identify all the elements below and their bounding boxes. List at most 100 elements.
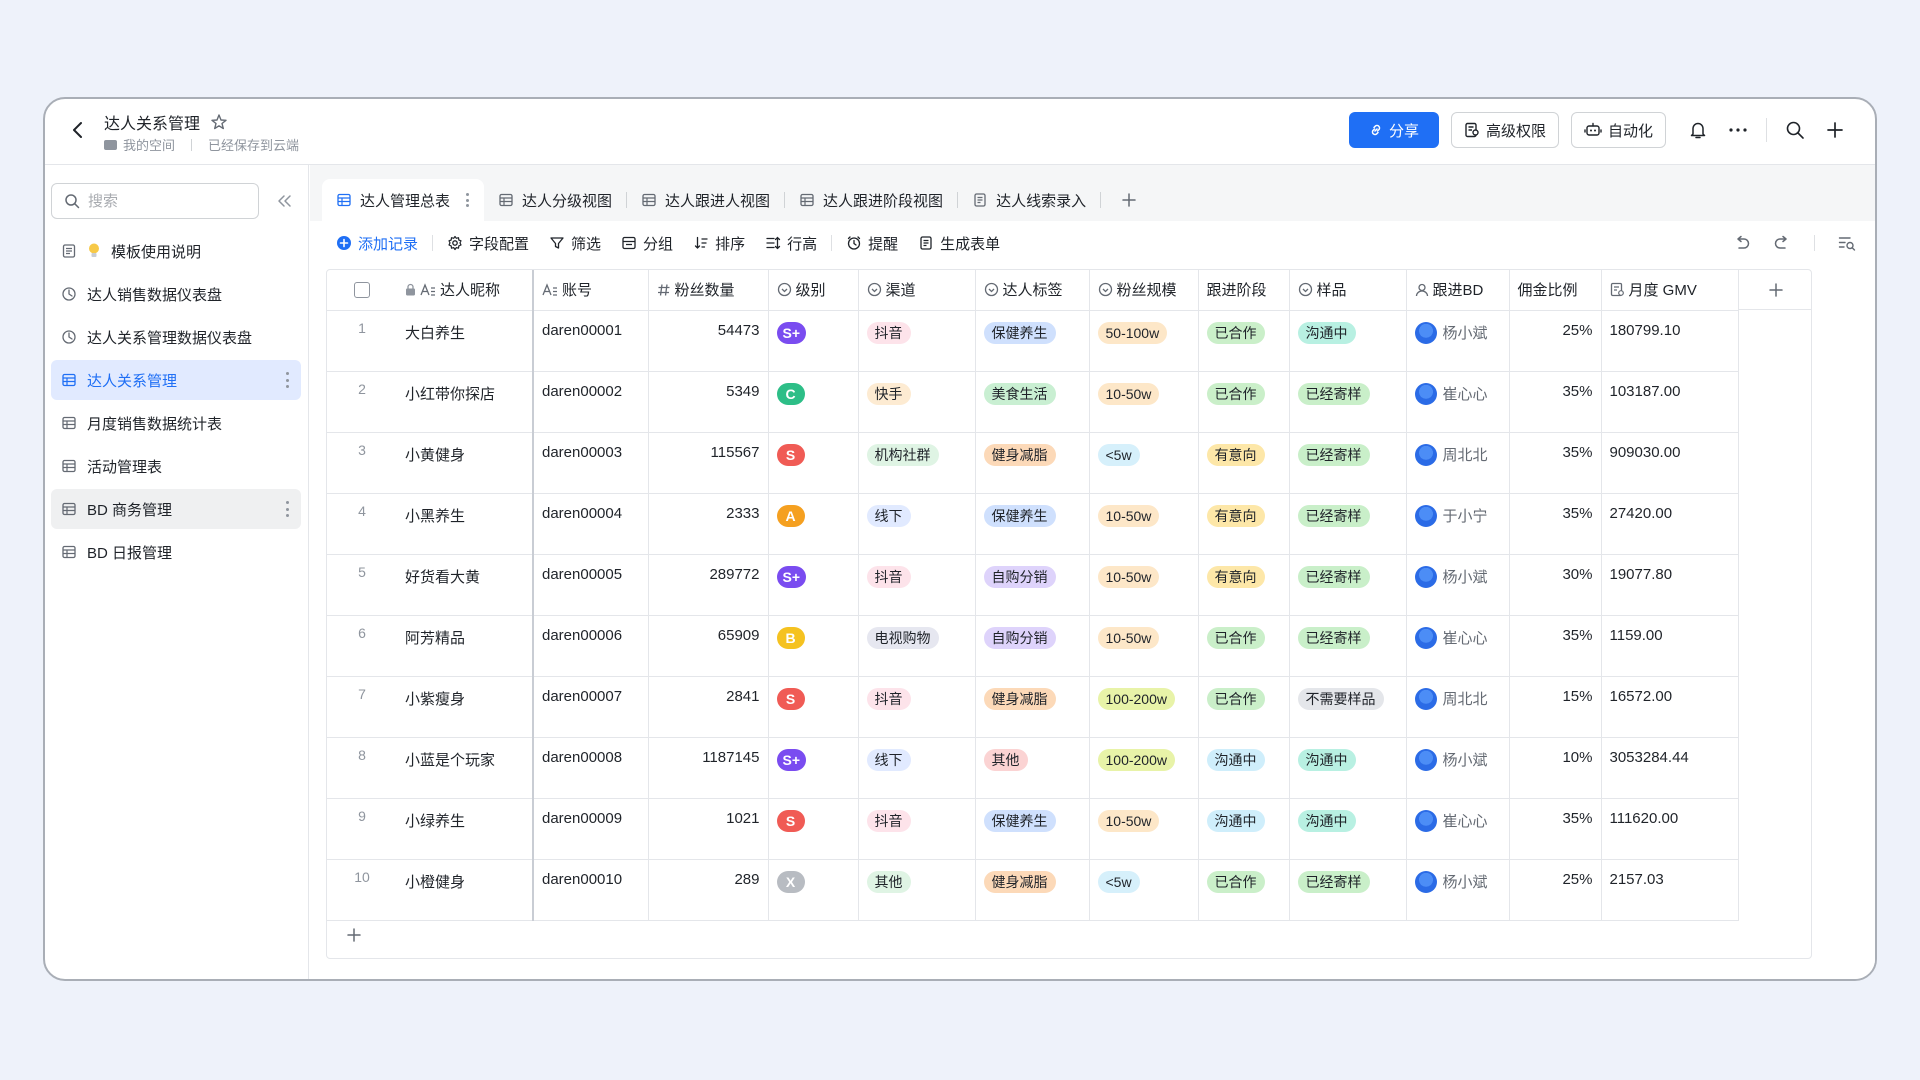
cell-level[interactable]: S [768,432,859,494]
table-row[interactable]: 6 阿芳精品 daren00006 65909 B 电视购物 自购分销 10-50w 已合作 已经… [327,615,1739,677]
cell-channel[interactable]: 其他 [858,859,976,921]
row-index-cell[interactable]: 8 [327,737,397,799]
cell-sample[interactable]: 已经寄样 [1289,554,1407,616]
more-vertical-icon[interactable] [285,372,289,388]
cell-tag[interactable]: 保健养生 [975,493,1090,555]
cell-fans[interactable]: 65909 [648,615,769,677]
table-row[interactable]: 5 好货看大黄 daren00005 289772 S+ 抖音 自购分销 10-50w 有意向 已… [327,554,1739,616]
cell-tag[interactable]: 保健养生 [975,310,1090,372]
cell-level[interactable]: S [768,676,859,738]
star-icon[interactable] [210,113,228,131]
cell-sample[interactable]: 沟通中 [1289,310,1407,372]
cell-account[interactable]: daren00005 [533,554,649,616]
advanced-permission-button[interactable]: 高级权限 [1450,112,1559,148]
cell-rate[interactable]: 25% [1509,859,1602,921]
tab-follower-view[interactable]: 达人跟进人视图 [627,179,784,221]
tab-master-table[interactable]: 达人管理总表 [322,179,485,221]
cell-gmv[interactable]: 2157.03 [1601,859,1739,921]
row-height-button[interactable]: 行高 [755,228,827,258]
cell-tag[interactable]: 健身减脂 [975,676,1090,738]
cell-channel[interactable]: 抖音 [858,310,976,372]
table-row[interactable]: 4 小黑养生 daren00004 2333 A 线下 保健养生 10-50w 有意向 已经寄样 于… [327,493,1739,555]
cell-scale[interactable]: 100-200w [1089,737,1199,799]
cell-channel[interactable]: 抖音 [858,554,976,616]
cell-nickname[interactable]: 小蓝是个玩家 [397,737,534,799]
row-index-cell[interactable]: 6 [327,615,397,677]
cell-sample[interactable]: 不需要样品 [1289,676,1407,738]
table-row[interactable]: 9 小绿养生 daren00009 1021 S 抖音 保健养生 10-50w 沟通中 沟通中 崔心… [327,798,1739,860]
cell-scale[interactable]: <5w [1089,432,1199,494]
cell-bd[interactable]: 崔心心 [1406,615,1510,677]
row-index-cell[interactable]: 1 [327,310,397,372]
cell-rate[interactable]: 35% [1509,432,1602,494]
back-button[interactable] [65,117,91,143]
row-index-cell[interactable]: 10 [327,859,397,921]
cell-sample[interactable]: 已经寄样 [1289,615,1407,677]
cell-fans[interactable]: 2841 [648,676,769,738]
generate-form-button[interactable]: 生成表单 [908,228,1010,258]
row-index-cell[interactable]: 9 [327,798,397,860]
row-index-cell[interactable]: 4 [327,493,397,555]
cell-tag[interactable]: 其他 [975,737,1090,799]
cell-sample[interactable]: 已经寄样 [1289,371,1407,433]
table-row[interactable]: 1 大白养生 daren00001 54473 S+ 抖音 保健养生 50-100w 已合作 沟通… [327,310,1739,372]
row-index-cell[interactable]: 3 [327,432,397,494]
more-button[interactable] [1718,112,1758,148]
cell-account[interactable]: daren00008 [533,737,649,799]
more-vertical-icon[interactable] [285,501,289,517]
column-header-bd[interactable]: 跟进BD [1406,270,1510,311]
cell-stage[interactable]: 已合作 [1198,371,1290,433]
cell-gmv[interactable]: 19077.80 [1601,554,1739,616]
cell-bd[interactable]: 崔心心 [1406,798,1510,860]
column-header-gmv[interactable]: 月度 GMV [1601,270,1739,311]
cell-nickname[interactable]: 好货看大黄 [397,554,534,616]
cell-fans[interactable]: 54473 [648,310,769,372]
cell-tag[interactable]: 自购分销 [975,554,1090,616]
cell-tag[interactable]: 美食生活 [975,371,1090,433]
cell-channel[interactable]: 线下 [858,493,976,555]
cell-stage[interactable]: 有意向 [1198,432,1290,494]
cell-stage[interactable]: 已合作 [1198,310,1290,372]
reminder-button[interactable]: 提醒 [836,228,908,258]
add-row-button[interactable] [339,920,369,950]
cell-nickname[interactable]: 小黑养生 [397,493,534,555]
column-header-level[interactable]: 级别 [768,270,859,311]
tab-stage-view[interactable]: 达人跟进阶段视图 [785,179,957,221]
cell-level[interactable]: S [768,798,859,860]
cell-stage[interactable]: 沟通中 [1198,737,1290,799]
cell-fans[interactable]: 289772 [648,554,769,616]
select-all-cell[interactable] [327,270,397,311]
breadcrumb-space[interactable]: 我的空间 [123,135,175,154]
cell-fans[interactable]: 289 [648,859,769,921]
cell-channel[interactable]: 抖音 [858,798,976,860]
cell-fans[interactable]: 2333 [648,493,769,555]
add-field-button[interactable] [1738,270,1811,310]
cell-scale[interactable]: 10-50w [1089,554,1199,616]
column-header-stage[interactable]: 跟进阶段 [1198,270,1290,311]
cell-level[interactable]: X [768,859,859,921]
cell-bd[interactable]: 崔心心 [1406,371,1510,433]
undo-button[interactable] [1730,231,1754,255]
cell-nickname[interactable]: 小橙健身 [397,859,534,921]
cell-rate[interactable]: 35% [1509,371,1602,433]
sidebar-item-activity[interactable]: 活动管理表 [51,446,301,486]
cell-account[interactable]: daren00001 [533,310,649,372]
sidebar-item-relation-management[interactable]: 达人关系管理 [51,360,301,400]
cell-scale[interactable]: 10-50w [1089,615,1199,677]
cell-gmv[interactable]: 1159.00 [1601,615,1739,677]
table-row[interactable]: 10 小橙健身 daren00010 289 X 其他 健身减脂 <5w 已合作 已经寄样 杨小斌 2… [327,859,1739,921]
column-header-fans[interactable]: 粉丝数量 [648,270,769,311]
cell-account[interactable]: daren00002 [533,371,649,433]
column-header-sample[interactable]: 样品 [1289,270,1407,311]
cell-fans[interactable]: 115567 [648,432,769,494]
search-records-button[interactable] [1835,231,1859,255]
cell-stage[interactable]: 已合作 [1198,676,1290,738]
collapse-sidebar-button[interactable] [273,191,295,211]
add-record-button[interactable]: 添加记录 [326,228,428,258]
cell-channel[interactable]: 快手 [858,371,976,433]
cell-level[interactable]: S+ [768,310,859,372]
more-vertical-icon[interactable] [466,193,470,207]
column-header-tag[interactable]: 达人标签 [975,270,1090,311]
cell-nickname[interactable]: 阿芳精品 [397,615,534,677]
cell-stage[interactable]: 有意向 [1198,493,1290,555]
